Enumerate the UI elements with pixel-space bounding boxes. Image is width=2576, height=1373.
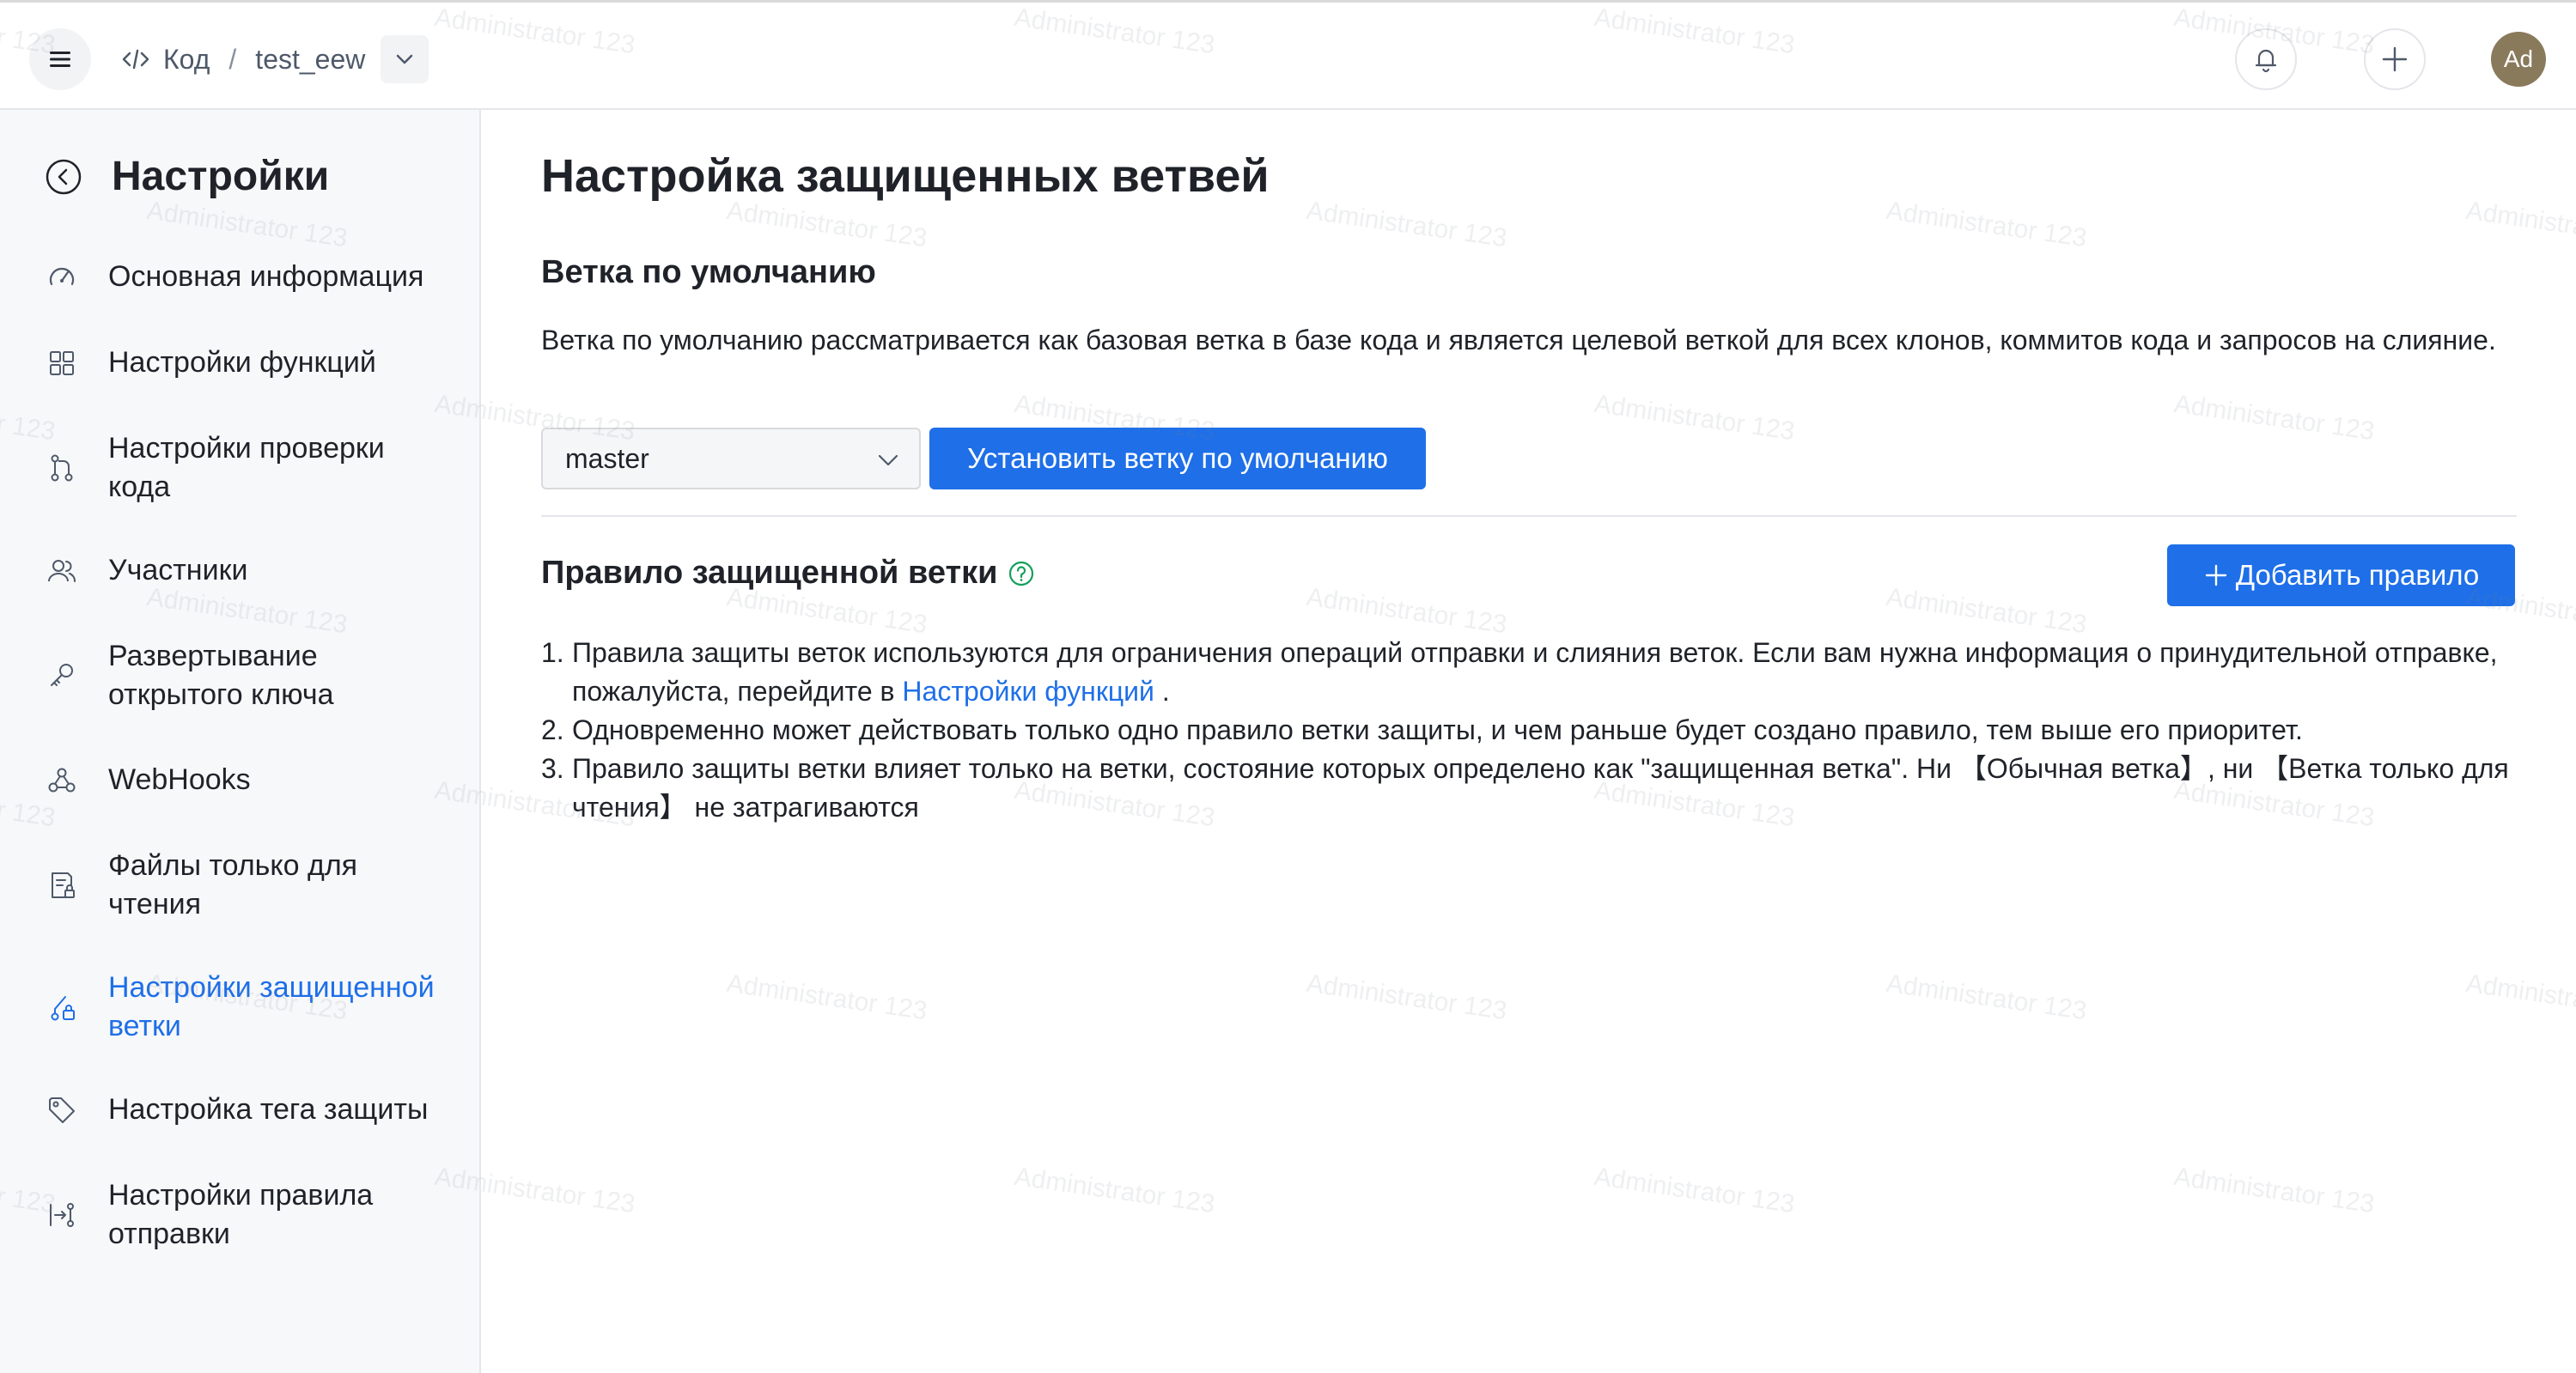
webhook-icon: [48, 768, 76, 792]
bell-icon: [2255, 49, 2277, 73]
rule-text: Правила защиты веток используются для ог…: [572, 634, 2517, 711]
watermark-text: Administrator 123: [1592, 389, 1797, 447]
watermark-text: Administrator 123: [1304, 196, 1509, 253]
breadcrumb: Код / test_eew: [120, 33, 429, 85]
settings-sidebar: Настройки Основная информация Настройки …: [0, 110, 481, 1373]
protected-rule-header: Правило защищенной ветки: [541, 555, 1035, 592]
users-icon: [48, 559, 76, 582]
sidebar-item-protected-branch[interactable]: Настройки защищенной ветки: [45, 969, 448, 1046]
add-rule-button[interactable]: Добавить правило: [2167, 544, 2515, 606]
sidebar-item-code-review-settings[interactable]: Настройки проверки кода: [45, 429, 448, 507]
push-rule-icon: [50, 1203, 74, 1227]
repo-switch-button[interactable]: [381, 35, 429, 83]
sidebar-item-webhooks[interactable]: WebHooks: [45, 761, 448, 799]
file-lock-icon: [52, 872, 75, 898]
default-branch-heading: Ветка по умолчанию: [541, 254, 876, 290]
sidebar-title: Настройки: [112, 154, 330, 199]
watermark-text: Administrator 123: [1592, 1162, 1797, 1219]
chevron-down-icon: [878, 454, 898, 466]
default-branch-select[interactable]: master: [541, 428, 921, 489]
sidebar-item-label: Настройки защищенной ветки: [108, 971, 435, 1042]
list-number: 2.: [541, 714, 564, 745]
watermark-text: Administrator 123: [1884, 969, 2089, 1026]
sidebar-item-label: Файлы только для чтения: [108, 849, 358, 920]
sidebar-item-readonly-files[interactable]: Файлы только для чтения: [45, 847, 448, 924]
sidebar-item-label: Настройки проверки кода: [108, 432, 385, 503]
set-default-branch-button[interactable]: Установить ветку по умолчанию: [929, 428, 1426, 489]
list-item: 1. Правила защиты веток используются для…: [541, 634, 2517, 711]
page-title: Настройка защищенных ветвей: [541, 150, 1270, 202]
default-branch-description: Ветка по умолчанию рассматривается как б…: [541, 325, 2496, 355]
notifications-button[interactable]: [2235, 28, 2297, 90]
menu-icon: [50, 52, 70, 67]
sidebar-item-tag-protection[interactable]: Настройка тега защиты: [45, 1091, 448, 1129]
sidebar-item-label: Основная информация: [108, 260, 424, 293]
rule-text: Правило защиты ветки влияет только на ве…: [572, 753, 2509, 823]
sidebar-item-members[interactable]: Участники: [45, 551, 448, 590]
gauge-icon: [49, 267, 75, 285]
protected-rule-heading: Правило защищенной ветки: [541, 555, 998, 591]
watermark-text: Administrator 123: [2463, 969, 2576, 1025]
selected-branch-value: master: [565, 442, 649, 474]
sidebar-item-push-rules[interactable]: Настройки правила отправки: [45, 1176, 448, 1254]
chevron-down-icon: [397, 54, 413, 64]
breadcrumb-separator: /: [228, 43, 237, 75]
rule-text-part: .: [1154, 676, 1170, 707]
list-number: 3.: [541, 753, 564, 784]
top-bar: Код / test_eew Ad: [0, 0, 2576, 110]
key-icon: [51, 664, 73, 686]
branch-lock-icon: [51, 996, 75, 1021]
sidebar-item-label: Развертывание открытого ключа: [108, 640, 334, 711]
watermark-text: Administrator 123: [1012, 1162, 1217, 1219]
sidebar-item-label: Участники: [108, 554, 248, 586]
list-item: 3. Правило защиты ветки влияет только на…: [541, 750, 2517, 827]
list-item: 2. Одновременно может действовать только…: [541, 711, 2517, 750]
watermark-text: Administrator 123: [724, 969, 929, 1026]
sidebar-header: Настройки: [45, 153, 329, 200]
plus-icon: [2205, 564, 2226, 586]
hamburger-menu-button[interactable]: [29, 28, 91, 90]
protected-rule-list: 1. Правила защиты веток используются для…: [541, 634, 2517, 827]
tag-icon: [49, 1097, 75, 1123]
watermark-text: Administrator 123: [2171, 1162, 2377, 1219]
watermark-text: Administrator 123: [1884, 196, 2089, 253]
breadcrumb-root[interactable]: Код: [163, 44, 210, 76]
watermark-text: Administrator 123: [1304, 582, 1509, 640]
section-divider: [541, 515, 2517, 517]
watermark-text: Administrator 123: [2463, 196, 2576, 252]
sidebar-item-feature-settings[interactable]: Настройки функций: [45, 343, 448, 382]
rule-text-part: Правила защиты веток используются для ог…: [572, 637, 2498, 707]
branch-merge-icon: [51, 454, 73, 482]
breadcrumb-repo[interactable]: test_eew: [255, 44, 365, 76]
watermark-text: Administrator 123: [1304, 969, 1509, 1026]
sidebar-item-label: WebHooks: [108, 763, 251, 796]
watermark-text: Administrator 123: [1884, 582, 2089, 640]
list-number: 1.: [541, 637, 564, 668]
watermark-text: Administrator 123: [2171, 389, 2377, 447]
feature-settings-link[interactable]: Настройки функций: [902, 676, 1154, 707]
watermark-text: Administrator 123: [724, 196, 929, 253]
rule-text: Одновременно может действовать только од…: [572, 714, 2303, 745]
help-icon[interactable]: [1008, 560, 1035, 587]
sidebar-item-label: Настройка тега защиты: [108, 1093, 429, 1126]
user-avatar[interactable]: Ad: [2491, 32, 2546, 87]
create-new-button[interactable]: [2364, 28, 2426, 90]
grid-icon: [50, 350, 74, 375]
sidebar-item-public-key-deploy[interactable]: Развертывание открытого ключа: [45, 637, 448, 714]
plus-icon: [2382, 46, 2408, 72]
sidebar-item-basic-info[interactable]: Основная информация: [45, 258, 448, 296]
code-icon: [122, 49, 149, 70]
sidebar-item-label: Настройки функций: [108, 346, 376, 379]
add-rule-label: Добавить правило: [2235, 559, 2480, 591]
sidebar-item-label: Настройки правила отправки: [108, 1179, 374, 1250]
back-arrow-icon[interactable]: [45, 158, 82, 196]
